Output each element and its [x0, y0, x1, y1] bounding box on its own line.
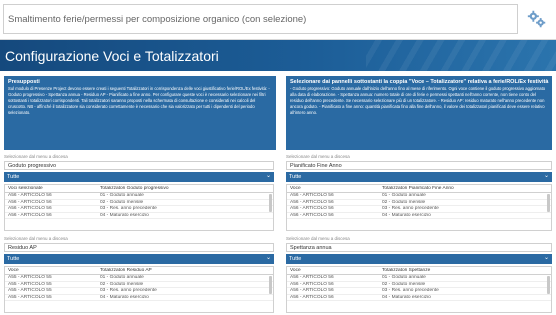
info-box-prerequisites: Presupposti Sul modulo di Presenze Proje…: [4, 76, 276, 150]
voce-cell: A56 - ARTICOLO 56: [290, 288, 334, 293]
voce-cell: A56 - ARTICOLO 56: [290, 275, 334, 280]
table-header: Voce Totalizzatori Spettanze: [287, 267, 551, 275]
voce-cell: A56 - ARTICOLO 56: [290, 294, 334, 300]
voce-cell: A56 - ARTICOLO 56: [290, 193, 334, 198]
filter-value: Tutte: [7, 255, 20, 262]
column-header[interactable]: Totalizzatori Residuo AP: [97, 268, 273, 274]
totalizer-select[interactable]: Spettanza annua: [286, 243, 552, 252]
scrollbar[interactable]: [269, 276, 272, 294]
chevron-down-icon: ⌄: [543, 173, 549, 179]
info-text: - Goduto progressivo: Goduto annuale dal…: [290, 86, 546, 116]
column-header[interactable]: Totalizzatori Goduto progressivo: [97, 186, 273, 192]
table-header: Voce Totalizzatori Pianificato Fine Anno: [287, 185, 551, 193]
chevron-down-icon: ⌄: [265, 173, 271, 179]
totalizer-select[interactable]: Residuo AP: [4, 243, 274, 252]
totalizer-select[interactable]: Pianificato Fine Anno: [286, 161, 552, 170]
voce-cell: A56 - ARTICOLO 56: [290, 281, 334, 287]
voce-cell: A55 - ARTICOLO 55: [8, 294, 52, 300]
voce-cell: A56 - ARTICOLO 56: [290, 212, 334, 218]
table-row[interactable]: A56 - ARTICOLO 56 04 - Maturato esercizio: [287, 294, 551, 301]
table-header: Voce Totalizzatori Residuo AP: [5, 267, 273, 275]
scrollbar[interactable]: [547, 276, 550, 294]
voce-cell: A55 - ARTICOLO 55: [8, 275, 52, 280]
scrollbar[interactable]: [269, 194, 272, 212]
filter-value: Tutte: [7, 173, 20, 180]
panel-spettanza-annua: Selezionare dal menu a discesa Spettanza…: [286, 236, 552, 314]
select-label: Selezionare dal menu a discesa: [4, 236, 68, 241]
panel-goduto-progressivo: Selezionare dal menu a discesa Goduto pr…: [4, 154, 274, 232]
voci-table: Voce Totalizzatori Residuo AP A55 - ARTI…: [4, 266, 274, 313]
table-row[interactable]: A55 - ARTICOLO 55 04 - Maturato esercizio: [5, 294, 273, 301]
totalizer-cell: 01 - Goduto annuale: [100, 275, 144, 280]
totalizer-cell: 04 - Maturato esercizio: [382, 294, 431, 300]
info-text: Sul modulo di Presenze Project devono es…: [8, 86, 270, 116]
column-header[interactable]: Voci selezionate: [5, 186, 97, 192]
totalizer-cell: 02 - Goduto mensile: [382, 281, 426, 287]
voce-cell: A55 - ARTICOLO 55: [8, 281, 52, 287]
info-title: Presupposti: [8, 79, 40, 85]
panel-pianificato-fine-anno: Selezionare dal menu a discesa Pianifica…: [286, 154, 552, 232]
totalizer-cell: 04 - Maturato esercizio: [100, 212, 149, 218]
totalizer-cell: 01 - Goduto annuale: [382, 275, 426, 280]
voce-cell: A55 - ARTICOLO 55: [8, 288, 52, 293]
column-header[interactable]: Voce: [287, 186, 379, 192]
report-title-field[interactable]: Smaltimento ferie/permessi per composizi…: [3, 4, 518, 34]
voce-cell: A56 - ARTICOLO 56: [290, 206, 334, 211]
voce-cell: A56 - ARTICOLO 56: [8, 212, 52, 218]
chevron-down-icon: ⌄: [265, 255, 271, 261]
column-header[interactable]: Voce: [5, 268, 97, 274]
totalizer-cell: 03 - Res. anno precedente: [382, 206, 439, 211]
totalizer-cell: 03 - Res. anno precedente: [100, 288, 157, 293]
column-header[interactable]: Totalizzatori Pianificato Fine Anno: [379, 186, 551, 192]
totalizer-select[interactable]: Goduto progressivo: [4, 161, 274, 170]
filter-value: Tutte: [289, 255, 302, 262]
totalizer-cell: 03 - Res. anno precedente: [382, 288, 439, 293]
totalizer-cell: 01 - Goduto annuale: [382, 193, 426, 198]
table-row[interactable]: A56 - ARTICOLO 56 04 - Maturato esercizio: [287, 212, 551, 219]
page-title: Configurazione Voci e Totalizzatori: [5, 48, 219, 64]
filter-dropdown[interactable]: Tutte ⌄: [286, 172, 552, 182]
top-bar: Smaltimento ferie/permessi per composizi…: [0, 0, 556, 40]
totalizer-cell: 03 - Res. anno precedente: [100, 206, 157, 211]
column-header[interactable]: Totalizzatori Spettanze: [379, 268, 551, 274]
filter-dropdown[interactable]: Tutte ⌄: [286, 254, 552, 264]
voci-table: Voce Totalizzatori Pianificato Fine Anno…: [286, 184, 552, 231]
voce-cell: A56 - ARTICOLO 56: [290, 199, 334, 205]
select-label: Selezionare dal menu a discesa: [4, 154, 68, 159]
voce-cell: A56 - ARTICOLO 56: [8, 193, 52, 198]
filter-dropdown[interactable]: Tutte ⌄: [4, 254, 274, 264]
chevron-down-icon: ⌄: [543, 255, 549, 261]
info-title: Selezionare dai pannelli sottostanti la …: [290, 79, 549, 85]
select-label: Selezionare dal menu a discesa: [286, 154, 350, 159]
totalizer-cell: 02 - Goduto mensile: [382, 199, 426, 205]
filter-value: Tutte: [289, 173, 302, 180]
voci-table: Voce Totalizzatori Spettanze A56 - ARTIC…: [286, 266, 552, 313]
voce-cell: A56 - ARTICOLO 56: [8, 199, 52, 205]
filter-dropdown[interactable]: Tutte ⌄: [4, 172, 274, 182]
totalizer-cell: 02 - Goduto mensile: [100, 199, 144, 205]
scrollbar[interactable]: [547, 194, 550, 212]
panel-residuo-ap: Selezionare dal menu a discesa Residuo A…: [4, 236, 274, 314]
column-header[interactable]: Voce: [287, 268, 379, 274]
totalizer-cell: 04 - Maturato esercizio: [100, 294, 149, 300]
settings-gears-icon[interactable]: [526, 8, 548, 30]
voci-table: Voci selezionate Totalizzatori Goduto pr…: [4, 184, 274, 231]
totalizer-cell: 02 - Goduto mensile: [100, 281, 144, 287]
voce-cell: A56 - ARTICOLO 56: [8, 206, 52, 211]
select-label: Selezionare dal menu a discesa: [286, 236, 350, 241]
table-row[interactable]: A56 - ARTICOLO 56 04 - Maturato esercizio: [5, 212, 273, 219]
totalizer-cell: 01 - Goduto annuale: [100, 193, 144, 198]
page-banner: Configurazione Voci e Totalizzatori: [0, 40, 556, 71]
info-box-instructions: Selezionare dai pannelli sottostanti la …: [286, 76, 552, 150]
totalizer-cell: 04 - Maturato esercizio: [382, 212, 431, 218]
table-header: Voci selezionate Totalizzatori Goduto pr…: [5, 185, 273, 193]
